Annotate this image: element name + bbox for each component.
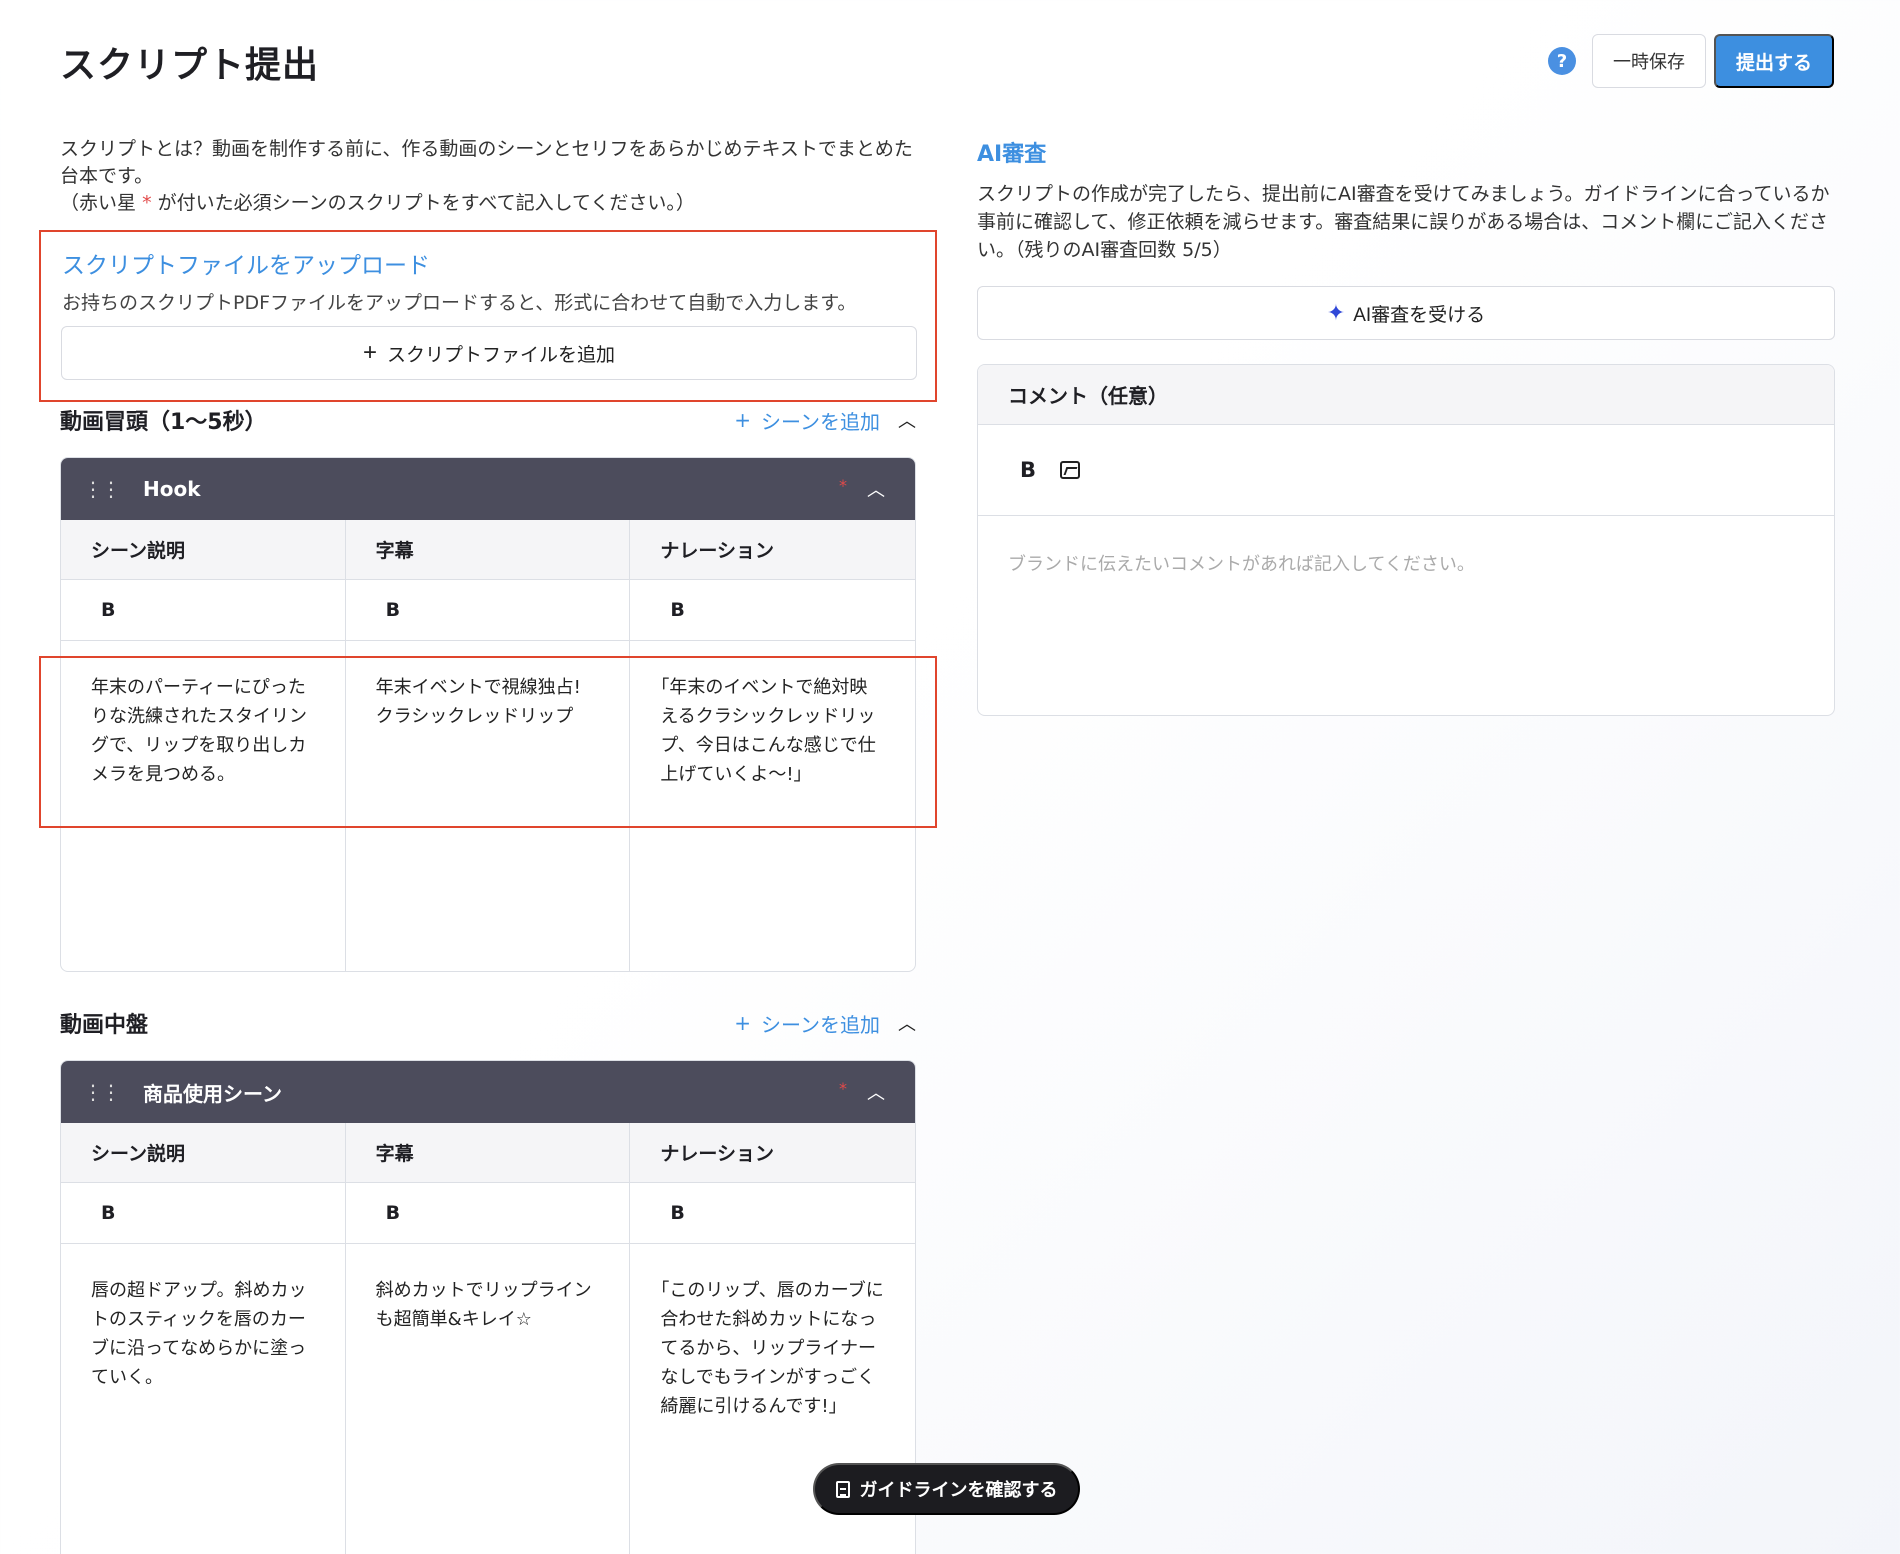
add-scene-button[interactable]: + シーンを追加 ︿ [734, 406, 916, 435]
plus-icon: + [734, 408, 751, 432]
column-subtitle: 字幕 B 年末イベントで視線独占! クラシックレッドリップ [345, 520, 631, 971]
ai-review-button[interactable]: ✦ AI審査を受ける [977, 286, 1835, 340]
subtitle-input[interactable]: 斜めカットでリップラインも超簡単&キレイ☆ [346, 1244, 630, 1334]
column-header: シーン説明 [61, 1123, 345, 1183]
required-star-icon: * [839, 476, 847, 495]
scene-name: 商品使用シーン [143, 1081, 282, 1106]
plus-icon: + [362, 339, 377, 366]
bold-tool-button[interactable]: B [345, 580, 630, 641]
column-header: 字幕 [345, 1123, 630, 1183]
scene-columns: シーン説明 B 年末のパーティーにぴったりな洗練されたスタイリングで、リップを取… [61, 520, 915, 971]
ai-review-description: スクリプトの作成が完了したら、提出前にAI審査を受けてみましょう。ガイドラインに… [977, 183, 1830, 261]
document-icon [835, 1480, 850, 1498]
bold-tool-button[interactable]: B [630, 1183, 915, 1244]
scene-card-product-use: ⋮⋮ 商品使用シーン * ︿ シーン説明 B 唇の超ドアップ。斜めカットのスティ… [60, 1060, 916, 1554]
chevron-up-icon[interactable]: ︿ [898, 407, 916, 433]
bold-tool-button[interactable]: B [61, 1183, 345, 1244]
narration-input[interactable]: ｢年末のイベントで絶対映えるクラシックレッドリップ、今日はこんな感じで仕上げてい… [630, 641, 915, 789]
sparkle-icon: ✦ [1326, 300, 1346, 325]
add-scene-button[interactable]: + シーンを追加 ︿ [734, 1009, 916, 1038]
chevron-up-icon[interactable]: ︿ [867, 476, 885, 502]
scene-description-input[interactable]: 唇の超ドアップ。斜めカットのスティックを唇のカーブに沿ってなめらかに塗っていく。 [61, 1244, 345, 1392]
comment-box: コメント（任意） B ブランドに伝えたいコメントがあれば記入してください。 [977, 364, 1835, 716]
narration-input[interactable]: ｢このリップ、唇のカーブに合わせた斜めカットになってるから、リップライナーなしで… [630, 1244, 915, 1421]
drag-handle-icon[interactable]: ⋮⋮ [83, 477, 121, 501]
intro-text: スクリプトとは？動画を制作する前に、作る動画のシーンとセリフをあらかじめテキスト… [60, 136, 920, 217]
right-panel: AI審査 スクリプトの作成が完了したら、提出前にAI審査を受けてみましょう。ガイ… [977, 136, 1835, 716]
scene-columns: シーン説明 B 唇の超ドアップ。斜めカットのスティックを唇のカーブに沿ってなめら… [61, 1123, 915, 1554]
submit-button[interactable]: 提出する [1713, 34, 1834, 88]
section-middle-header: 動画中盤 + シーンを追加 ︿ [60, 1005, 916, 1041]
add-script-file-label: スクリプトファイルを追加 [387, 344, 616, 366]
scene-name: Hook [143, 477, 201, 501]
required-star-icon: * [142, 192, 152, 214]
scene-description-input[interactable]: 年末のパーティーにぴったりな洗練されたスタイリングで、リップを取り出しカメラを見… [61, 641, 345, 789]
required-star-icon: * [839, 1079, 847, 1098]
bold-tool-button[interactable]: B [1020, 458, 1036, 482]
column-header: ナレーション [630, 1123, 915, 1183]
column-scene-description: シーン説明 B 唇の超ドアップ。斜めカットのスティックを唇のカーブに沿ってなめら… [61, 1123, 346, 1554]
subtitle-input[interactable]: 年末イベントで視線独占! クラシックレッドリップ [346, 641, 630, 731]
image-icon[interactable] [1060, 461, 1081, 479]
scene-card-hook: ⋮⋮ Hook * ︿ シーン説明 B 年末のパーティーにぴったりな洗練されたス… [60, 457, 916, 972]
intro-line-2: （赤い星 * が付いた必須シーンのスクリプトをすべて記入してください。） [60, 192, 695, 214]
comment-toolbar: B [978, 425, 1834, 516]
save-draft-button[interactable]: 一時保存 [1591, 34, 1706, 88]
column-scene-description: シーン説明 B 年末のパーティーにぴったりな洗練されたスタイリングで、リップを取… [61, 520, 346, 971]
column-header: 字幕 [345, 520, 630, 580]
bold-tool-button[interactable]: B [630, 580, 915, 641]
section-title: 動画冒頭（1〜5秒） [60, 410, 267, 435]
chevron-up-icon[interactable]: ︿ [898, 1010, 916, 1036]
plus-icon: + [734, 1011, 751, 1035]
bold-tool-button[interactable]: B [61, 580, 345, 641]
add-script-file-button[interactable]: + スクリプトファイルを追加 [61, 326, 917, 380]
check-guidelines-label: ガイドラインを確認する [859, 1480, 1058, 1500]
column-header: シーン説明 [61, 520, 345, 580]
upload-title: スクリプトファイルをアップロード [62, 253, 430, 279]
ai-review-button-label: AI審査を受ける [1353, 304, 1486, 326]
check-guidelines-button[interactable]: ガイドラインを確認する [813, 1463, 1080, 1515]
bold-tool-button[interactable]: B [345, 1183, 630, 1244]
chevron-up-icon[interactable]: ︿ [867, 1079, 885, 1105]
column-subtitle: 字幕 B 斜めカットでリップラインも超簡単&キレイ☆ [345, 1123, 631, 1554]
drag-handle-icon[interactable]: ⋮⋮ [83, 1080, 121, 1104]
column-header: ナレーション [630, 520, 915, 580]
section-title: 動画中盤 [60, 1013, 149, 1038]
comment-title: コメント（任意） [978, 365, 1834, 425]
ai-review-title: AI審査 [977, 142, 1047, 167]
page-title: スクリプト提出 [60, 45, 320, 86]
header-actions: ? 一時保存 提出する [1547, 34, 1834, 88]
scene-header: ⋮⋮ Hook * ︿ [61, 458, 915, 520]
help-icon[interactable]: ? [1547, 47, 1576, 75]
column-narration: ナレーション B ｢年末のイベントで絶対映えるクラシックレッドリップ、今日はこん… [630, 520, 915, 971]
scene-header: ⋮⋮ 商品使用シーン * ︿ [61, 1061, 915, 1123]
add-scene-label: シーンを追加 [761, 1012, 880, 1037]
add-scene-label: シーンを追加 [761, 409, 880, 434]
upload-section: スクリプトファイルをアップロード お持ちのスクリプトPDFファイルをアップロード… [39, 230, 937, 402]
comment-input[interactable]: ブランドに伝えたいコメントがあれば記入してください。 [978, 516, 1834, 610]
upload-description: お持ちのスクリプトPDFファイルをアップロードすると、形式に合わせて自動で入力し… [62, 292, 857, 314]
intro-line-1: スクリプトとは？動画を制作する前に、作る動画のシーンとセリフをあらかじめテキスト… [60, 138, 913, 187]
section-opening-header: 動画冒頭（1〜5秒） + シーンを追加 ︿ [60, 402, 916, 438]
